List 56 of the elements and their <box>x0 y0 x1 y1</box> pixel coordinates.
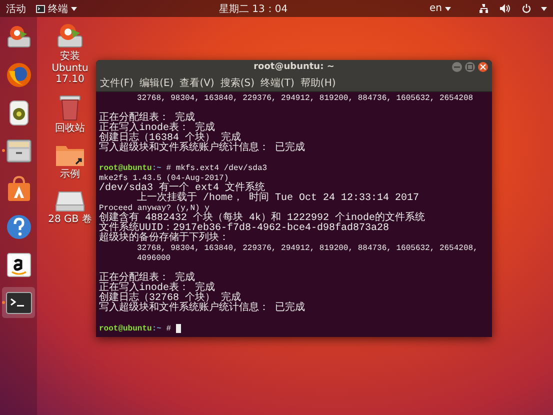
desktop-icon-label[interactable]: 示例 <box>47 169 93 180</box>
help-icon <box>6 214 32 240</box>
speaker-icon <box>8 100 28 126</box>
terminal-icon <box>6 292 32 314</box>
prompt-path: :~ <box>152 164 162 173</box>
drawer-icon <box>6 138 32 162</box>
window-title: root@ubuntu: ~ <box>254 62 334 72</box>
close-button[interactable] <box>478 62 488 72</box>
letter-a-icon <box>6 252 30 276</box>
menu-item[interactable]: 帮助(H) <box>300 76 336 90</box>
desktop-icon-label[interactable]: 28 GB 卷 <box>47 214 93 225</box>
minimize-button[interactable] <box>452 62 462 72</box>
close-icon <box>480 64 486 70</box>
trash-icon <box>59 94 81 120</box>
terminal-line: 写入超级块和文件系统账户统计信息： 已完成 <box>99 143 306 154</box>
prompt-host: root@ubuntu <box>99 164 152 173</box>
menu-item[interactable]: 终端(T) <box>260 76 294 90</box>
shopping-bag-icon <box>6 176 30 202</box>
system-menu[interactable] <box>479 4 548 13</box>
terminal-line: 超级块的备份存储于下列块： <box>99 233 229 244</box>
drive-icon <box>6 24 32 48</box>
terminal-icon <box>36 4 45 12</box>
folder-icon <box>55 143 85 167</box>
drive-icon <box>55 190 85 212</box>
command-text: # <box>165 324 172 334</box>
terminal-line: 上一次挂载于 /home， 时间 Tue Oct 24 12:33:14 2017 <box>137 193 420 204</box>
prompt-host: root@ubuntu <box>99 324 152 334</box>
menu-item[interactable]: 文件(F) <box>100 76 134 90</box>
drive-icon <box>55 23 85 49</box>
activities-button[interactable]: 活动 <box>6 2 26 16</box>
menu-item[interactable]: 查看(V) <box>180 76 214 90</box>
menu-item[interactable]: 搜索(S) <box>220 76 254 90</box>
desktop-icon-label[interactable]: 安装 Ubuntu 17.10 <box>47 51 93 86</box>
caret-icon <box>445 6 452 10</box>
prompt-path: :~ <box>152 324 162 334</box>
dock-item[interactable] <box>2 287 35 318</box>
network-icon <box>479 4 488 13</box>
power-icon <box>522 4 532 13</box>
terminal-line: 32768, 98304, 163840, 229376, 294912, 819200, 884736, 1605632, 2654208 <box>137 94 474 103</box>
app-menu[interactable]: 终端 <box>36 2 77 16</box>
terminal-line: Proceed anyway? (y,N) y <box>99 204 210 213</box>
terminal-line: 写入超级块和文件系统账户统计信息： 已完成 <box>99 303 306 314</box>
caret-icon <box>541 6 548 10</box>
keyboard-layout-menu[interactable]: en <box>430 3 452 14</box>
terminal-line: 4096000 <box>137 254 171 263</box>
globe-fox-icon <box>6 62 32 88</box>
terminal-line: mke2fs 1.43.5 (04-Aug-2017) <box>99 174 229 183</box>
command-text: # mkfs.ext4 /dev/sda3 <box>165 164 268 173</box>
volume-icon <box>500 4 510 13</box>
minimize-icon <box>454 64 460 70</box>
caret-icon <box>71 6 77 10</box>
clock[interactable]: 星期二 13：04 <box>218 2 288 16</box>
terminal-line: 32768, 98304, 163840, 229376, 294912, 819200, 884736, 1605632, 2654208, <box>137 244 478 253</box>
desktop-icon-label[interactable]: 回收站 <box>47 122 93 134</box>
menu-item[interactable]: 编辑(E) <box>140 76 174 90</box>
maximize-icon <box>467 64 473 70</box>
